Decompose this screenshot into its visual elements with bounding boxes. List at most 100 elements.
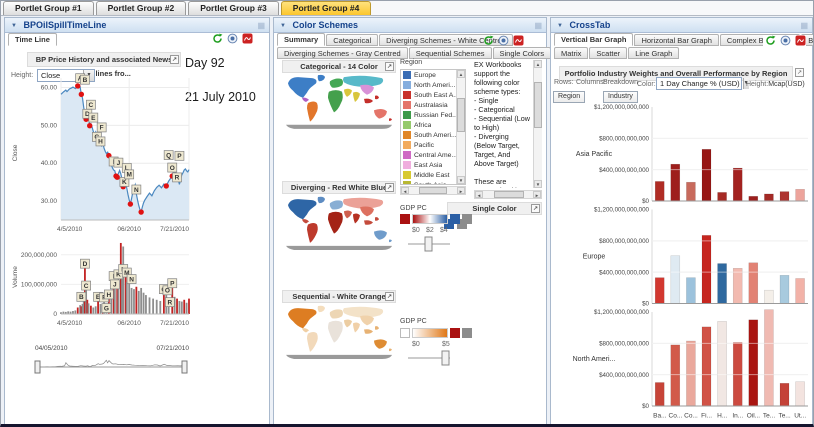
legend-label: South East A... — [414, 92, 459, 99]
volume-bar-chart[interactable]: 0100,000,000200,000,000BCDEFGHIJKLMNQORP… — [7, 232, 209, 334]
news-event-dot — [87, 123, 92, 128]
portlet-tab-bar: Portlet Group #1Portlet Group #2Portlet … — [1, 1, 813, 16]
collapse-icon[interactable]: ▼ — [557, 23, 563, 29]
legend-hscrollbar[interactable]: ◄ ► — [400, 186, 466, 195]
map-region-cam — [302, 328, 309, 332]
map-region-na — [288, 308, 317, 328]
panel-header-timeline[interactable]: ▼ BPOilSpillTimeLine ▦ — [5, 18, 269, 33]
panel-menu-icon[interactable]: ▦ — [257, 21, 265, 30]
scroll-thumb[interactable] — [457, 98, 465, 132]
rows-chip-region[interactable]: Region — [553, 91, 585, 103]
refresh-icon[interactable] — [212, 33, 223, 44]
map-region-me — [344, 89, 352, 97]
pdf-icon[interactable] — [242, 33, 253, 44]
portlet-tab-3[interactable]: Portlet Group #3 — [188, 1, 279, 15]
map-region-eu — [330, 200, 343, 209]
refresh-icon[interactable] — [765, 35, 776, 46]
tab-diverging-schemes-gray-centred[interactable]: Diverging Schemes - Gray Centred — [277, 47, 408, 59]
legend-label: Central Ame... — [414, 152, 457, 159]
portfolio-bar — [702, 327, 711, 406]
tab-categorical[interactable]: Categorical — [326, 34, 378, 46]
map-title-text: Categorical - 14 Color — [300, 62, 378, 71]
panel-header-crosstab[interactable]: ▼ CrossTab ▦ — [551, 18, 812, 33]
popout-icon[interactable]: ↗ — [795, 68, 804, 77]
panel-menu-icon[interactable]: ▦ — [534, 21, 542, 30]
portfolio-y-tick: $1,200,000,000,000 — [594, 104, 650, 111]
tab-summary[interactable]: Summary — [277, 33, 325, 46]
news-marker-letter: B — [83, 77, 88, 84]
news-event-dot — [128, 201, 133, 206]
columns-label: Columns: — [576, 79, 606, 86]
region-legend-list[interactable]: EuropeNorth Ameri...South East A...Austr… — [400, 69, 466, 185]
collapse-icon[interactable]: ▼ — [280, 23, 286, 29]
record-icon[interactable] — [498, 35, 509, 46]
portlet-tab-4[interactable]: Portlet Group #4 — [281, 1, 372, 15]
scroll-thumb[interactable] — [419, 187, 447, 194]
popout-icon[interactable]: ↗ — [170, 55, 179, 64]
popout-icon[interactable]: ↗ — [385, 62, 394, 71]
pdf-icon[interactable] — [513, 35, 524, 46]
info-hscrollbar[interactable]: ◄ ► — [474, 190, 542, 199]
tab-sequential-schemes[interactable]: Sequential Schemes — [409, 47, 492, 59]
panel-color-schemes: ▼ Color Schemes ▦ SummaryCategoricalDive… — [273, 17, 547, 425]
scroll-right-icon[interactable]: ► — [533, 191, 541, 198]
tab-time-line[interactable]: Time Line — [8, 33, 57, 46]
crosstab-toolbar — [763, 35, 806, 46]
industry-x-tick: Te... — [763, 413, 775, 420]
portlet-tab-2[interactable]: Portlet Group #2 — [96, 1, 187, 15]
portfolio-y-tick: $400,000,000,000 — [599, 372, 649, 379]
world-map-diverging[interactable] — [282, 195, 396, 252]
gdp-range-slider[interactable] — [406, 235, 452, 253]
portfolio-bar-chart[interactable]: $1,200,000,000,000$800,000,000,000$400,0… — [552, 104, 812, 424]
news-marker-letter: N — [134, 187, 139, 194]
map-region-au — [374, 339, 387, 348]
scroll-right-icon[interactable]: ► — [457, 187, 465, 194]
panel-menu-icon[interactable]: ▦ — [800, 21, 808, 30]
scroll-left-icon[interactable]: ◄ — [475, 191, 483, 198]
scroll-thumb[interactable] — [534, 82, 542, 128]
tab-scatter[interactable]: Scatter — [589, 47, 627, 59]
portfolio-bar — [702, 149, 711, 201]
price-line-chart[interactable]: 30.0040.0050.0060.00ABCDEFGHIJKLMNOPQR4/… — [7, 68, 209, 240]
breakdown-chip-industry[interactable]: Industry — [603, 91, 638, 103]
price-y-tick: 60.00 — [41, 84, 58, 91]
legend-vscrollbar[interactable]: ▲▼ — [456, 70, 465, 184]
scroll-down-icon[interactable]: ▼ — [457, 176, 465, 184]
popout-icon[interactable]: ↗ — [385, 183, 394, 192]
popout-icon[interactable]: ↗ — [385, 292, 394, 301]
color-measure-select[interactable]: 1 Day Change % (USD) ▼ — [656, 77, 742, 90]
price-y-tick: 40.00 — [41, 160, 58, 167]
panel-header-color-schemes[interactable]: ▼ Color Schemes ▦ — [274, 18, 546, 33]
pdf-icon[interactable] — [795, 35, 806, 46]
volume-bar — [159, 301, 161, 314]
world-map-categorical[interactable] — [282, 73, 396, 131]
news-marker-letter: P — [170, 281, 175, 288]
portfolio-y-tick: $1,200,000,000,000 — [594, 309, 650, 316]
height-value: Mcap(USD) — [768, 81, 805, 88]
gdp-range-slider[interactable] — [406, 349, 452, 367]
tab-matrix[interactable]: Matrix — [554, 47, 588, 59]
refresh-icon[interactable] — [483, 35, 494, 46]
gdp-legend-title: GDP PC — [400, 205, 427, 212]
scroll-up-icon[interactable]: ▲ — [457, 70, 465, 78]
volume-bar — [126, 282, 128, 314]
tab-line-graph[interactable]: Line Graph — [628, 47, 679, 59]
record-icon[interactable] — [780, 35, 791, 46]
color-tab-strip-row2: Diverging Schemes - Gray CentredSequenti… — [274, 46, 546, 59]
tab-vertical-bar-graph[interactable]: Vertical Bar Graph — [554, 33, 633, 46]
tab-single-colors[interactable]: Single Colors — [493, 47, 552, 59]
portfolio-bar — [764, 310, 773, 406]
scroll-down-icon[interactable]: ▼ — [534, 180, 542, 188]
scroll-up-icon[interactable]: ▲ — [534, 60, 542, 68]
scroll-thumb[interactable] — [494, 191, 524, 198]
info-vscrollbar[interactable]: ▲ ▼ — [533, 60, 542, 188]
world-map-sequential[interactable] — [282, 304, 396, 361]
popout-icon[interactable]: ↗ — [531, 204, 540, 213]
record-icon[interactable] — [227, 33, 238, 44]
scroll-left-icon[interactable]: ◄ — [401, 187, 409, 194]
tab-horizontal-bar-graph[interactable]: Horizontal Bar Graph — [634, 34, 718, 46]
time-range-slider[interactable]: 04/05/201007/21/2010 — [33, 342, 193, 378]
portfolio-bar — [686, 341, 695, 406]
portlet-tab-1[interactable]: Portlet Group #1 — [3, 1, 94, 15]
collapse-icon[interactable]: ▼ — [11, 23, 17, 29]
